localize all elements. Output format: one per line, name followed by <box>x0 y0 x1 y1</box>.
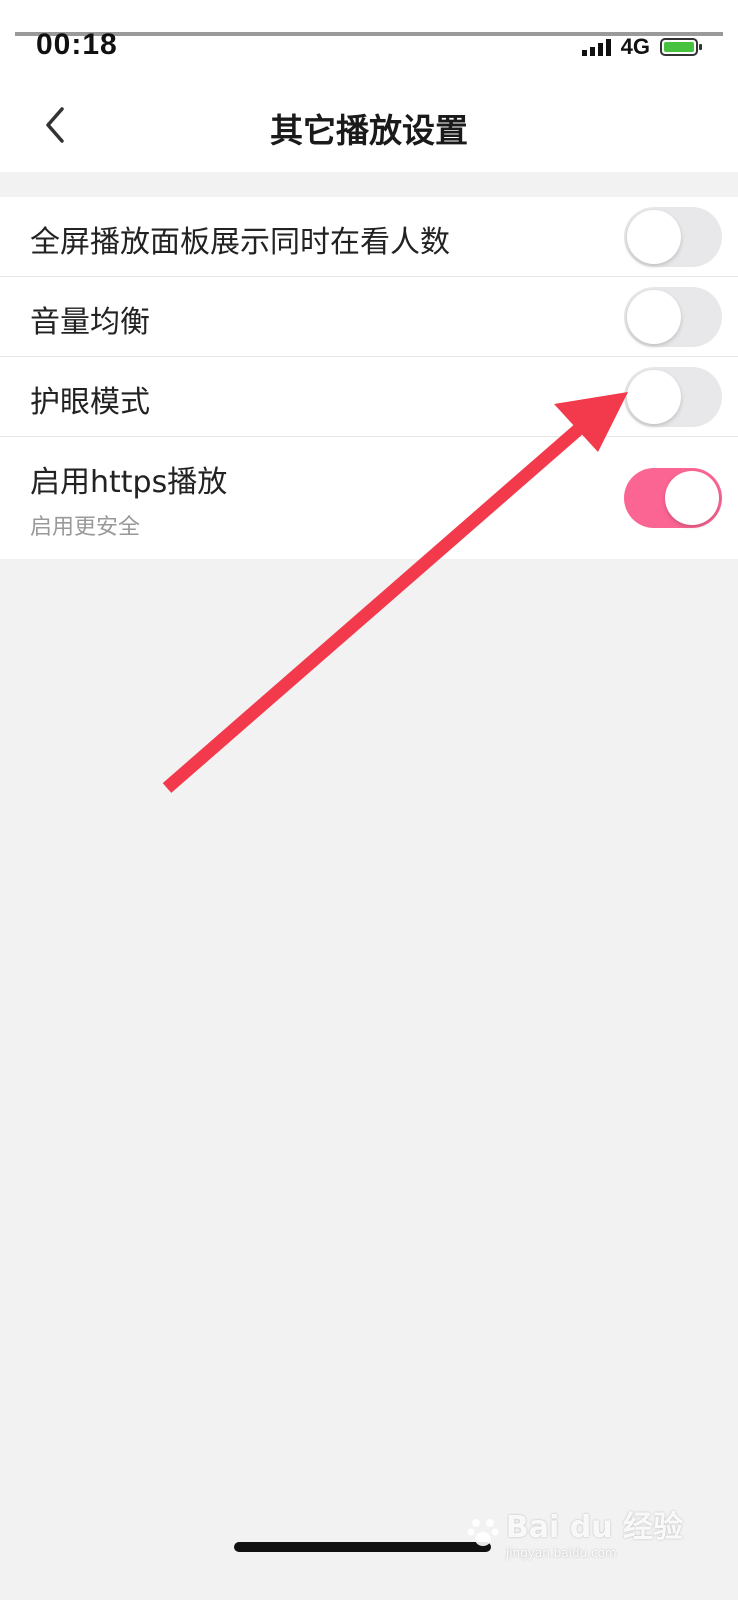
page-title: 其它播放设置 <box>270 111 468 150</box>
paw-icon <box>467 1519 499 1546</box>
nav-bar: 其它播放设置 <box>0 80 738 172</box>
settings-list: 全屏播放面板展示同时在看人数 音量均衡 护眼模式 启用https播放 启用更安全 <box>0 197 738 559</box>
setting-row-https: 启用https播放 启用更安全 <box>0 437 738 559</box>
watermark-url: jingyan.baidu.com <box>505 1546 617 1560</box>
setting-label: 音量均衡 <box>30 305 150 340</box>
setting-row-eye-care: 护眼模式 <box>0 357 738 437</box>
setting-label: 全屏播放面板展示同时在看人数 <box>30 225 450 260</box>
viewer-count-toggle[interactable] <box>624 207 722 267</box>
network-type: 4G <box>620 34 650 59</box>
battery-charging-icon <box>660 38 702 56</box>
signal-icon <box>581 38 611 56</box>
setting-label: 启用https播放 <box>30 465 228 500</box>
status-time: 00:18 <box>36 28 118 61</box>
status-bar: 00:18 4G <box>0 0 738 80</box>
setting-row-volume-balance: 音量均衡 <box>0 277 738 357</box>
setting-subtitle: 启用更安全 <box>30 515 141 540</box>
watermark-brand: Bai du 经验 <box>505 1510 683 1545</box>
watermark-logo: Bai du 经验 jingyan.baidu.com <box>466 1502 683 1560</box>
home-indicator[interactable] <box>234 1542 491 1552</box>
volume-balance-toggle[interactable] <box>624 287 722 347</box>
setting-row-viewer-count: 全屏播放面板展示同时在看人数 <box>0 197 738 277</box>
https-toggle[interactable] <box>624 468 722 528</box>
status-icons: 4G <box>581 34 702 60</box>
eye-care-toggle[interactable] <box>624 367 722 427</box>
setting-label: 护眼模式 <box>30 385 150 420</box>
top-overlay-bar <box>15 0 723 36</box>
